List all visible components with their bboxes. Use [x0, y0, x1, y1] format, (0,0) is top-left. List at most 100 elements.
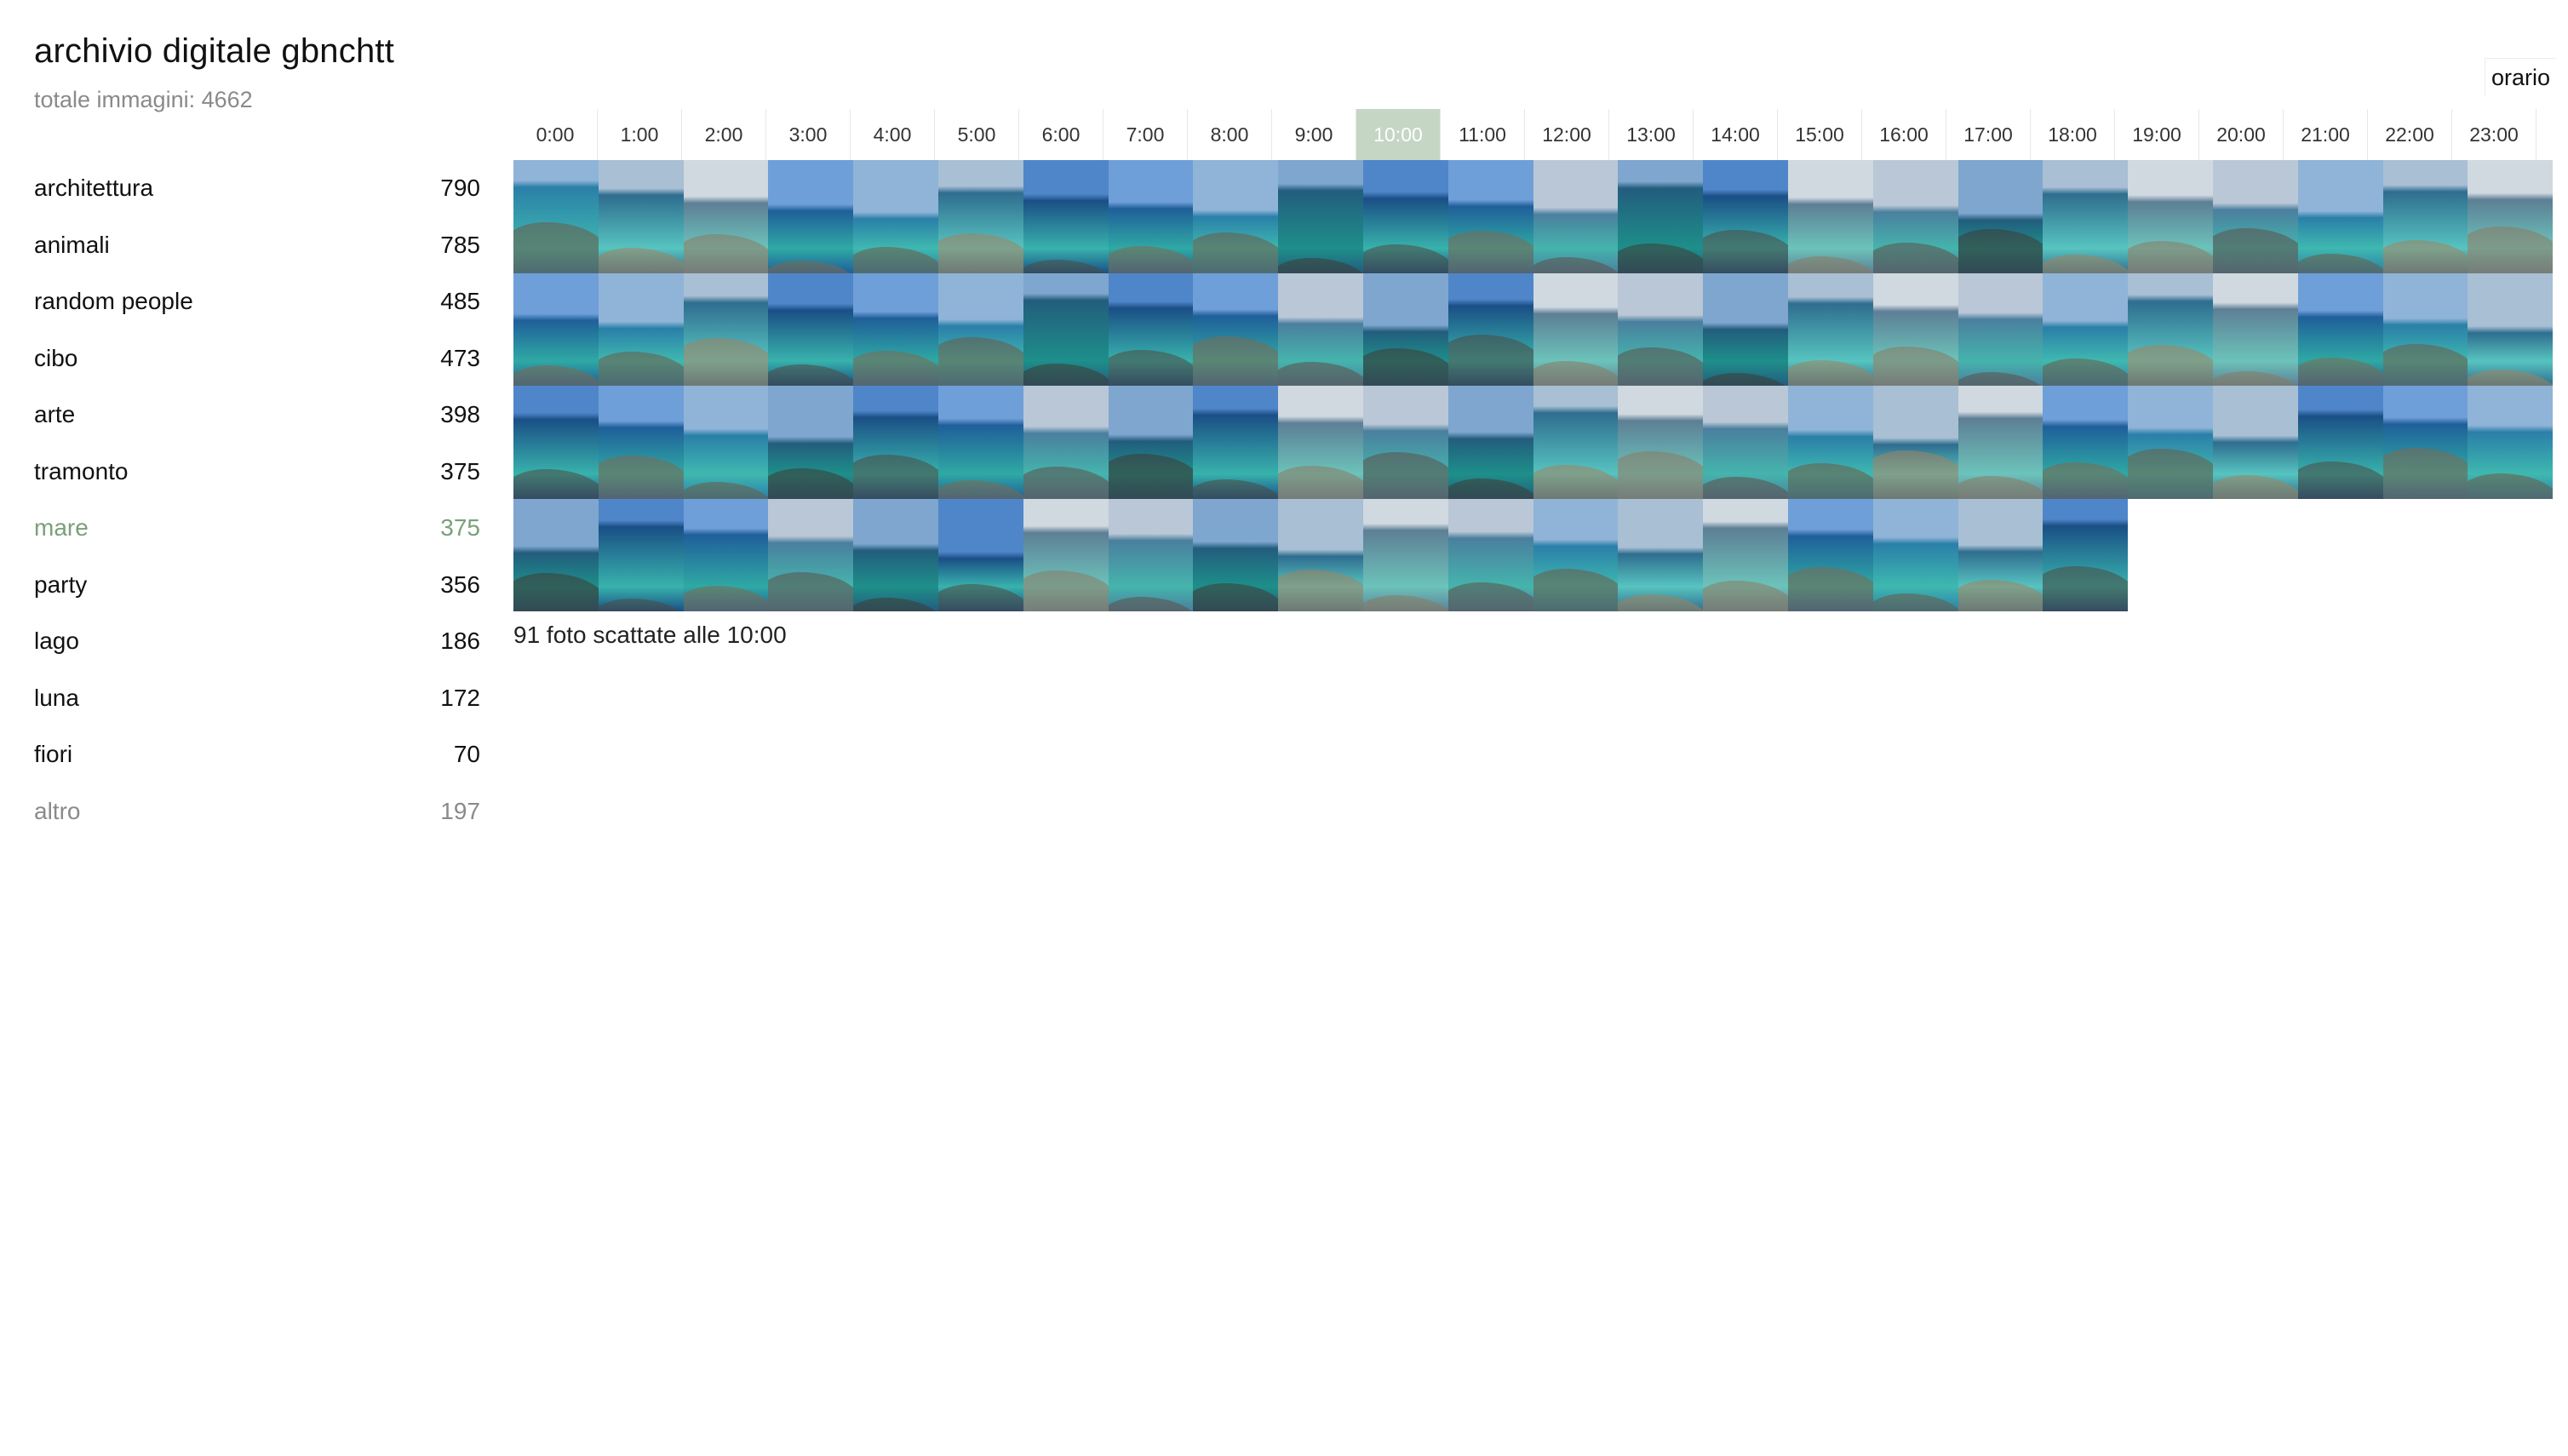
- photo-thumbnail[interactable]: [683, 386, 769, 499]
- photo-thumbnail[interactable]: [513, 272, 599, 386]
- photo-thumbnail[interactable]: [1872, 498, 1958, 611]
- photo-thumbnail[interactable]: [2297, 386, 2383, 499]
- category-item-tramonto[interactable]: tramonto 375: [34, 444, 480, 501]
- photo-thumbnail[interactable]: [513, 386, 599, 499]
- photo-thumbnail[interactable]: [513, 160, 599, 273]
- photo-thumbnail[interactable]: [2128, 160, 2213, 273]
- hour-tab-9-00[interactable]: 9:00: [1272, 109, 1356, 160]
- photo-thumbnail[interactable]: [1362, 272, 1448, 386]
- photo-thumbnail[interactable]: [2043, 272, 2129, 386]
- category-item-party[interactable]: party 356: [34, 557, 480, 614]
- photo-thumbnail[interactable]: [1618, 498, 1704, 611]
- hour-tab-8-00[interactable]: 8:00: [1188, 109, 1272, 160]
- photo-thumbnail[interactable]: [1703, 386, 1788, 499]
- photo-thumbnail[interactable]: [1023, 160, 1109, 273]
- category-item-animali[interactable]: animali 785: [34, 217, 480, 274]
- photo-thumbnail[interactable]: [1787, 386, 1873, 499]
- photo-thumbnail[interactable]: [853, 160, 938, 273]
- photo-thumbnail[interactable]: [2043, 386, 2129, 499]
- category-item-fiori[interactable]: fiori 70: [34, 726, 480, 783]
- photo-thumbnail[interactable]: [1023, 272, 1109, 386]
- category-item-luna[interactable]: luna 172: [34, 670, 480, 727]
- photo-thumbnail[interactable]: [937, 498, 1023, 611]
- photo-thumbnail[interactable]: [1193, 498, 1279, 611]
- hour-tab-0-00[interactable]: 0:00: [513, 109, 598, 160]
- photo-thumbnail[interactable]: [598, 272, 684, 386]
- photo-thumbnail[interactable]: [1447, 272, 1533, 386]
- photo-thumbnail[interactable]: [1618, 272, 1704, 386]
- photo-thumbnail[interactable]: [2043, 160, 2129, 273]
- photo-thumbnail[interactable]: [853, 498, 938, 611]
- photo-thumbnail[interactable]: [598, 160, 684, 273]
- photo-thumbnail[interactable]: [1872, 160, 1958, 273]
- hour-tab-3-00[interactable]: 3:00: [766, 109, 851, 160]
- photo-thumbnail[interactable]: [1958, 498, 2044, 611]
- photo-thumbnail[interactable]: [1958, 386, 2044, 499]
- photo-thumbnail[interactable]: [1108, 498, 1194, 611]
- photo-thumbnail[interactable]: [2468, 386, 2554, 499]
- photo-thumbnail[interactable]: [2468, 160, 2554, 273]
- photo-thumbnail[interactable]: [1193, 272, 1279, 386]
- hour-tab-6-00[interactable]: 6:00: [1019, 109, 1103, 160]
- photo-thumbnail[interactable]: [1787, 160, 1873, 273]
- photo-thumbnail[interactable]: [853, 272, 938, 386]
- photo-thumbnail[interactable]: [2297, 160, 2383, 273]
- hour-tab-5-00[interactable]: 5:00: [935, 109, 1019, 160]
- photo-thumbnail[interactable]: [1193, 386, 1279, 499]
- photo-thumbnail[interactable]: [598, 386, 684, 499]
- photo-thumbnail[interactable]: [683, 160, 769, 273]
- photo-thumbnail[interactable]: [1362, 386, 1448, 499]
- photo-thumbnail[interactable]: [2382, 386, 2468, 499]
- photo-thumbnail[interactable]: [1447, 498, 1533, 611]
- photo-thumbnail[interactable]: [1447, 160, 1533, 273]
- photo-thumbnail[interactable]: [2043, 498, 2129, 611]
- photo-thumbnail[interactable]: [2212, 160, 2298, 273]
- photo-thumbnail[interactable]: [1703, 160, 1788, 273]
- hour-tab-21-00[interactable]: 21:00: [2284, 109, 2368, 160]
- photo-thumbnail[interactable]: [1533, 498, 1619, 611]
- category-item-arte[interactable]: arte 398: [34, 387, 480, 444]
- photo-thumbnail[interactable]: [598, 498, 684, 611]
- category-item-architettura[interactable]: architettura 790: [34, 160, 480, 217]
- photo-thumbnail[interactable]: [1618, 160, 1704, 273]
- category-item-altro[interactable]: altro 197: [34, 783, 480, 840]
- photo-thumbnail[interactable]: [513, 498, 599, 611]
- photo-thumbnail[interactable]: [1023, 386, 1109, 499]
- photo-thumbnail[interactable]: [1533, 386, 1619, 499]
- photo-thumbnail[interactable]: [1447, 386, 1533, 499]
- category-item-mare[interactable]: mare 375: [34, 500, 480, 557]
- hour-tab-10-00[interactable]: 10:00: [1356, 109, 1441, 160]
- photo-thumbnail[interactable]: [1108, 386, 1194, 499]
- hour-tab-23-00[interactable]: 23:00: [2452, 109, 2536, 160]
- photo-thumbnail[interactable]: [683, 272, 769, 386]
- photo-thumbnail[interactable]: [1193, 160, 1279, 273]
- photo-thumbnail[interactable]: [683, 498, 769, 611]
- photo-thumbnail[interactable]: [1618, 386, 1704, 499]
- hour-tab-13-00[interactable]: 13:00: [1609, 109, 1694, 160]
- hour-tab-2-00[interactable]: 2:00: [682, 109, 766, 160]
- photo-thumbnail[interactable]: [2468, 272, 2554, 386]
- photo-thumbnail[interactable]: [2212, 272, 2298, 386]
- photo-thumbnail[interactable]: [1362, 498, 1448, 611]
- photo-thumbnail[interactable]: [1533, 160, 1619, 273]
- photo-thumbnail[interactable]: [2382, 272, 2468, 386]
- photo-thumbnail[interactable]: [1278, 160, 1363, 273]
- photo-thumbnail[interactable]: [937, 272, 1023, 386]
- hour-tab-4-00[interactable]: 4:00: [851, 109, 935, 160]
- photo-thumbnail[interactable]: [1278, 498, 1363, 611]
- category-item-cibo[interactable]: cibo 473: [34, 330, 480, 387]
- photo-thumbnail[interactable]: [1872, 272, 1958, 386]
- hour-tab-18-00[interactable]: 18:00: [2031, 109, 2115, 160]
- photo-thumbnail[interactable]: [1023, 498, 1109, 611]
- photo-thumbnail[interactable]: [1787, 498, 1873, 611]
- photo-thumbnail[interactable]: [1533, 272, 1619, 386]
- view-mode-toggle[interactable]: orario: [2485, 58, 2556, 95]
- photo-thumbnail[interactable]: [1108, 160, 1194, 273]
- hour-tab-14-00[interactable]: 14:00: [1694, 109, 1778, 160]
- photo-thumbnail[interactable]: [2128, 386, 2213, 499]
- photo-thumbnail[interactable]: [1703, 498, 1788, 611]
- photo-thumbnail[interactable]: [1108, 272, 1194, 386]
- hour-tab-1-00[interactable]: 1:00: [598, 109, 682, 160]
- hour-tab-19-00[interactable]: 19:00: [2115, 109, 2199, 160]
- hour-tab-20-00[interactable]: 20:00: [2199, 109, 2284, 160]
